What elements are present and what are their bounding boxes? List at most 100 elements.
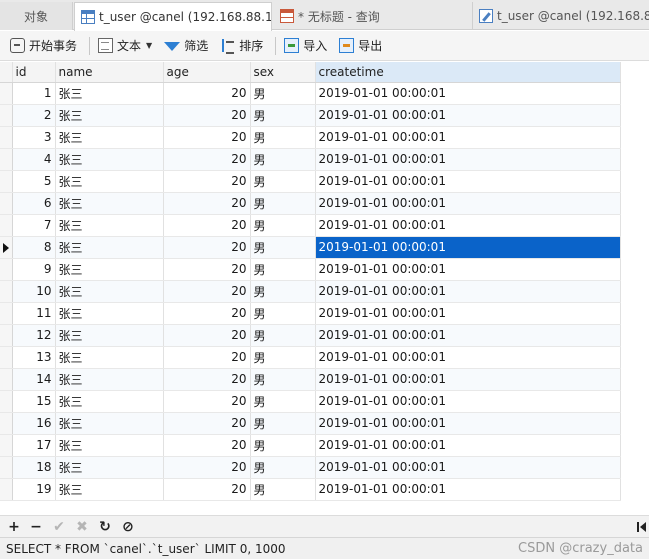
tab-objects[interactable]: 对象: [0, 2, 73, 30]
sort-button[interactable]: 排序: [216, 34, 267, 58]
delete-record-icon[interactable]: −: [28, 519, 44, 535]
table-row[interactable]: 17 张三 20 男 2019-01-01 00:00:01: [0, 434, 621, 457]
cell-sex[interactable]: 男: [250, 148, 316, 171]
cell-createtime[interactable]: 2019-01-01 00:00:01: [315, 258, 621, 281]
cell-sex[interactable]: 男: [250, 434, 316, 457]
data-grid[interactable]: id name age sex createtime 1 张三 20 男 2019-01…: [0, 62, 649, 512]
cell-createtime[interactable]: 2019-01-01 00:00:01: [315, 346, 621, 369]
cell-age[interactable]: 20: [163, 390, 251, 413]
cell-createtime[interactable]: 2019-01-01 00:00:01: [315, 390, 621, 413]
row-header[interactable]: [0, 192, 13, 215]
table-row[interactable]: 15 张三 20 男 2019-01-01 00:00:01: [0, 390, 621, 413]
table-row[interactable]: 7 张三 20 男 2019-01-01 00:00:01: [0, 214, 621, 237]
cell-name[interactable]: 张三: [55, 192, 164, 215]
row-header[interactable]: [0, 170, 13, 193]
cell-age[interactable]: 20: [163, 170, 251, 193]
cell-age[interactable]: 20: [163, 456, 251, 479]
cell-sex[interactable]: 男: [250, 192, 316, 215]
cell-name[interactable]: 张三: [55, 280, 164, 303]
cell-name[interactable]: 张三: [55, 456, 164, 479]
cell-id[interactable]: 8: [12, 236, 56, 259]
cell-createtime[interactable]: 2019-01-01 00:00:01: [315, 170, 621, 193]
cell-age[interactable]: 20: [163, 258, 251, 281]
cell-createtime[interactable]: 2019-01-01 00:00:01: [315, 192, 621, 215]
table-row[interactable]: 1 张三 20 男 2019-01-01 00:00:01: [0, 82, 621, 105]
cell-id[interactable]: 14: [12, 368, 56, 391]
table-row[interactable]: 5 张三 20 男 2019-01-01 00:00:01: [0, 170, 621, 193]
cell-sex[interactable]: 男: [250, 258, 316, 281]
cell-sex[interactable]: 男: [250, 390, 316, 413]
cell-createtime[interactable]: 2019-01-01 00:00:01: [315, 412, 621, 435]
cell-name[interactable]: 张三: [55, 368, 164, 391]
cell-name[interactable]: 张三: [55, 82, 164, 105]
cell-createtime[interactable]: 2019-01-01 00:00:01: [315, 280, 621, 303]
cell-id[interactable]: 2: [12, 104, 56, 127]
cell-createtime[interactable]: 2019-01-01 00:00:01: [315, 324, 621, 347]
row-header[interactable]: [0, 346, 13, 369]
cell-name[interactable]: 张三: [55, 434, 164, 457]
table-row[interactable]: 9 张三 20 男 2019-01-01 00:00:01: [0, 258, 621, 281]
cell-createtime[interactable]: 2019-01-01 00:00:01: [315, 148, 621, 171]
cell-age[interactable]: 20: [163, 82, 251, 105]
table-row[interactable]: 12 张三 20 男 2019-01-01 00:00:01: [0, 324, 621, 347]
cell-createtime[interactable]: 2019-01-01 00:00:01: [315, 82, 621, 105]
apply-changes-icon[interactable]: ✔: [51, 519, 67, 535]
cell-name[interactable]: 张三: [55, 236, 164, 259]
column-header-name[interactable]: name: [55, 62, 164, 83]
cell-sex[interactable]: 男: [250, 456, 316, 479]
row-header[interactable]: [0, 368, 13, 391]
cell-createtime[interactable]: 2019-01-01 00:00:01: [315, 456, 621, 479]
cell-name[interactable]: 张三: [55, 390, 164, 413]
cell-name[interactable]: 张三: [55, 214, 164, 237]
cell-id[interactable]: 5: [12, 170, 56, 193]
cell-id[interactable]: 11: [12, 302, 56, 325]
cell-age[interactable]: 20: [163, 126, 251, 149]
cell-id[interactable]: 3: [12, 126, 56, 149]
table-row[interactable]: 19 张三 20 男 2019-01-01 00:00:01: [0, 478, 621, 501]
cell-sex[interactable]: 男: [250, 126, 316, 149]
cell-id[interactable]: 19: [12, 478, 56, 501]
cell-name[interactable]: 张三: [55, 324, 164, 347]
cell-name[interactable]: 张三: [55, 302, 164, 325]
cell-createtime[interactable]: 2019-01-01 00:00:01: [315, 104, 621, 127]
cell-name[interactable]: 张三: [55, 346, 164, 369]
row-header[interactable]: [0, 324, 13, 347]
column-header-age[interactable]: age: [163, 62, 251, 83]
cell-name[interactable]: 张三: [55, 104, 164, 127]
cell-id[interactable]: 12: [12, 324, 56, 347]
table-row[interactable]: 6 张三 20 男 2019-01-01 00:00:01: [0, 192, 621, 215]
import-button[interactable]: 导入: [280, 34, 331, 58]
cell-age[interactable]: 20: [163, 324, 251, 347]
row-header[interactable]: [0, 390, 13, 413]
cell-name[interactable]: 张三: [55, 258, 164, 281]
column-header-createtime[interactable]: createtime: [315, 62, 621, 83]
cell-age[interactable]: 20: [163, 346, 251, 369]
row-header[interactable]: [0, 82, 13, 105]
row-header[interactable]: [0, 126, 13, 149]
cell-name[interactable]: 张三: [55, 478, 164, 501]
cell-id[interactable]: 15: [12, 390, 56, 413]
filter-button[interactable]: 筛选: [160, 34, 212, 58]
table-row[interactable]: 16 张三 20 男 2019-01-01 00:00:01: [0, 412, 621, 435]
table-row[interactable]: 4 张三 20 男 2019-01-01 00:00:01: [0, 148, 621, 171]
table-row[interactable]: 18 张三 20 男 2019-01-01 00:00:01: [0, 456, 621, 479]
cell-age[interactable]: 20: [163, 368, 251, 391]
cell-sex[interactable]: 男: [250, 412, 316, 435]
cell-createtime[interactable]: 2019-01-01 00:00:01: [315, 478, 621, 501]
text-button[interactable]: 文本 ▼: [94, 34, 156, 58]
tab-untitled-query[interactable]: * 无标题 - 查询: [274, 2, 470, 30]
row-header[interactable]: [0, 434, 13, 457]
add-record-icon[interactable]: +: [6, 519, 22, 535]
row-header[interactable]: [0, 302, 13, 325]
export-button[interactable]: 导出: [335, 34, 386, 58]
chevron-down-icon[interactable]: ▼: [146, 41, 152, 50]
cell-id[interactable]: 16: [12, 412, 56, 435]
cell-name[interactable]: 张三: [55, 126, 164, 149]
row-header[interactable]: [0, 104, 13, 127]
cell-sex[interactable]: 男: [250, 368, 316, 391]
cell-age[interactable]: 20: [163, 280, 251, 303]
cell-sex[interactable]: 男: [250, 170, 316, 193]
cell-age[interactable]: 20: [163, 148, 251, 171]
column-header-id[interactable]: id: [12, 62, 56, 83]
row-header[interactable]: [0, 258, 13, 281]
